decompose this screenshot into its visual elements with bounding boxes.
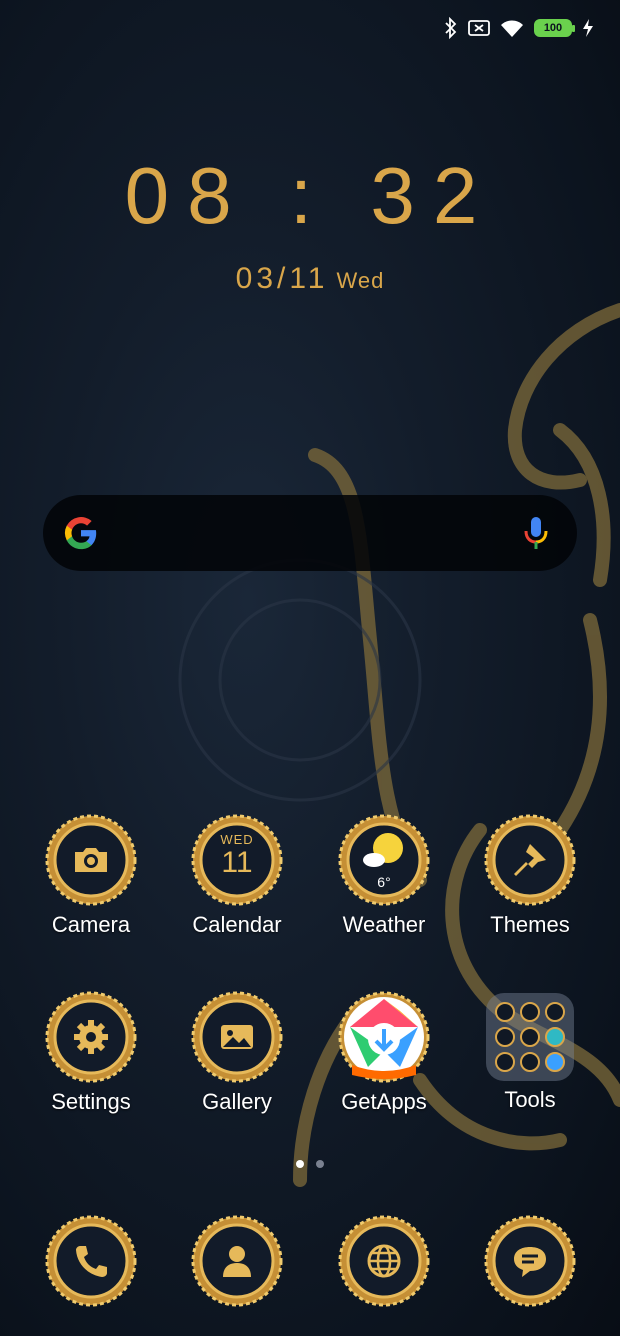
calendar-icon: WED 11: [191, 832, 283, 879]
no-sim-icon: [468, 20, 490, 36]
dock-messages[interactable]: [460, 1215, 600, 1307]
contacts-icon: [223, 1246, 251, 1277]
calendar-date: 11: [221, 846, 253, 879]
app-gallery[interactable]: Gallery: [167, 991, 307, 1115]
camera-icon: [75, 848, 107, 872]
mini-app-icon: [545, 1027, 565, 1047]
app-label: GetApps: [341, 1089, 427, 1114]
app-settings[interactable]: Settings: [21, 991, 161, 1115]
app-camera[interactable]: Camera: [21, 814, 161, 938]
app-label: Themes: [490, 912, 570, 937]
browser-globe-icon: [367, 1244, 401, 1278]
app-label: Camera: [51, 912, 131, 937]
gallery-icon: [221, 1025, 253, 1049]
date-text: 03/11: [235, 262, 329, 295]
app-label: Tools: [504, 1087, 556, 1112]
messages-icon: [514, 1247, 546, 1277]
mini-app-icon: [495, 1002, 515, 1022]
mini-app-icon: [520, 1027, 540, 1047]
dock-browser[interactable]: [314, 1215, 454, 1307]
page-dot-active: [296, 1160, 304, 1168]
mini-app-icon: [545, 1002, 565, 1022]
weather-icon: [363, 833, 403, 867]
getapps-icon: [338, 991, 430, 1083]
dock-phone[interactable]: [21, 1215, 161, 1307]
clock-time[interactable]: 08 : 32: [0, 150, 620, 242]
charging-icon: [583, 19, 593, 37]
folder-icon: [486, 993, 574, 1081]
weather-temp: 6°: [377, 874, 391, 890]
themes-brush-icon: [514, 844, 546, 876]
home-screen: 100 08 : 32 03/11 Wed Camera WED 11 Cale…: [0, 0, 620, 1336]
app-themes[interactable]: Themes: [460, 814, 600, 938]
mini-app-icon: [520, 1052, 540, 1072]
app-calendar[interactable]: WED 11 Calendar: [167, 814, 307, 938]
app-weather[interactable]: 6° Weather: [314, 814, 454, 938]
app-label: Settings: [51, 1089, 131, 1114]
google-logo-icon: [64, 517, 97, 550]
battery-level: 100: [543, 22, 563, 34]
folder-tools[interactable]: Tools: [460, 991, 600, 1113]
microphone-icon[interactable]: [523, 515, 549, 551]
gear-icon: [74, 1020, 108, 1054]
page-dot: [316, 1160, 324, 1168]
clock-date[interactable]: 03/11 Wed: [0, 262, 620, 296]
wifi-icon: [501, 20, 523, 37]
weekday-text: Wed: [336, 268, 385, 293]
mini-app-icon: [495, 1052, 515, 1072]
dock-contacts[interactable]: [167, 1215, 307, 1307]
mini-app-icon: [545, 1052, 565, 1072]
app-label: Weather: [342, 912, 426, 937]
app-label: Calendar: [192, 912, 282, 937]
battery-icon: 100: [534, 19, 575, 37]
mini-app-icon: [520, 1002, 540, 1022]
page-indicator: [0, 1160, 620, 1168]
phone-icon: [76, 1246, 107, 1277]
calendar-weekday: WED: [220, 832, 254, 847]
google-search-bar[interactable]: [43, 495, 577, 571]
app-getapps[interactable]: GetApps: [314, 991, 454, 1115]
bluetooth-icon: [445, 17, 457, 39]
status-bar: 100: [444, 14, 594, 42]
app-label: Gallery: [202, 1089, 272, 1114]
mini-app-icon: [495, 1027, 515, 1047]
